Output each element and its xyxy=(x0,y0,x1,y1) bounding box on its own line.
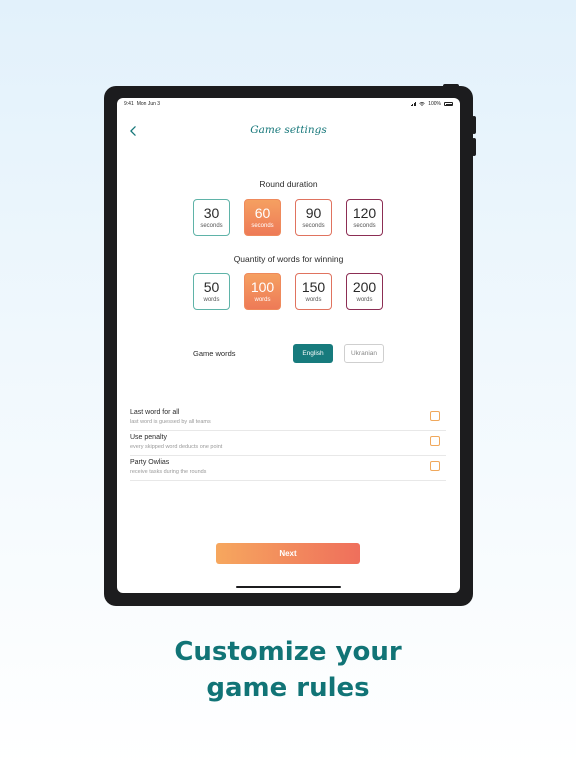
option-value: 120 xyxy=(352,205,377,221)
signal-icon xyxy=(410,102,417,106)
duration-option-60[interactable]: 60 seconds xyxy=(244,199,281,236)
power-button xyxy=(443,84,459,88)
setting-title: Use penalty xyxy=(130,434,167,441)
option-value: 30 xyxy=(203,205,220,221)
option-value: 200 xyxy=(352,279,377,295)
page-title: Game settings xyxy=(250,124,327,136)
option-unit: seconds xyxy=(353,223,376,229)
option-value: 150 xyxy=(301,279,326,295)
setting-title: Last word for all xyxy=(130,409,180,416)
option-value: 100 xyxy=(250,279,275,295)
app-screen: 9:41 Mon Jun 3 100% Game settings Round … xyxy=(117,98,460,593)
setting-use-penalty: Use penalty every skipped word deducts o… xyxy=(130,431,446,456)
language-ukranian-button[interactable]: Ukranian xyxy=(344,344,384,363)
option-unit: words xyxy=(305,297,322,303)
last-word-checkbox[interactable] xyxy=(430,411,440,421)
battery-icon xyxy=(444,102,453,106)
words-option-200[interactable]: 200 words xyxy=(346,273,383,310)
setting-subtitle: every skipped word deducts one point xyxy=(130,444,223,450)
home-indicator xyxy=(236,586,341,588)
words-option-100[interactable]: 100 words xyxy=(244,273,281,310)
status-bar: 9:41 Mon Jun 3 100% xyxy=(117,98,460,110)
next-button[interactable]: Next xyxy=(216,543,360,564)
option-unit: seconds xyxy=(200,223,223,229)
status-date: Mon Jun 3 xyxy=(136,101,161,107)
headline-line-2: game rules xyxy=(206,673,370,703)
volume-up-button xyxy=(472,116,476,134)
volume-down-button xyxy=(472,138,476,156)
setting-subtitle: last word is guessed by all teams xyxy=(130,419,211,425)
option-value: 90 xyxy=(305,205,322,221)
words-option-50[interactable]: 50 words xyxy=(193,273,230,310)
option-value: 50 xyxy=(203,279,220,295)
words-to-win-label: Quantity of words for winning xyxy=(233,254,344,264)
option-unit: seconds xyxy=(302,223,325,229)
option-unit: words xyxy=(356,297,373,303)
option-unit: words xyxy=(254,297,271,303)
game-words-label: Game words xyxy=(193,349,236,358)
setting-subtitle: receive tasks during the rounds xyxy=(130,469,207,475)
promo-headline: Customize your game rules xyxy=(0,634,576,706)
option-unit: words xyxy=(203,297,220,303)
words-option-150[interactable]: 150 words xyxy=(295,273,332,310)
headline-line-1: Customize your xyxy=(174,637,402,667)
setting-last-word-for-all: Last word for all last word is guessed b… xyxy=(130,406,446,431)
option-unit: seconds xyxy=(251,223,274,229)
party-owlias-checkbox[interactable] xyxy=(430,461,440,471)
option-value: 60 xyxy=(254,205,271,221)
duration-option-30[interactable]: 30 seconds xyxy=(193,199,230,236)
battery-percent: 100% xyxy=(428,101,441,107)
setting-party-owlias: Party Owlias receive tasks during the ro… xyxy=(130,456,446,481)
status-time: 9:41 xyxy=(124,101,134,107)
duration-option-120[interactable]: 120 seconds xyxy=(346,199,383,236)
duration-option-90[interactable]: 90 seconds xyxy=(295,199,332,236)
round-duration-label: Round duration xyxy=(259,179,318,189)
language-english-button[interactable]: English xyxy=(293,344,333,363)
wifi-icon xyxy=(419,102,425,106)
setting-title: Party Owlias xyxy=(130,459,170,466)
use-penalty-checkbox[interactable] xyxy=(430,436,440,446)
